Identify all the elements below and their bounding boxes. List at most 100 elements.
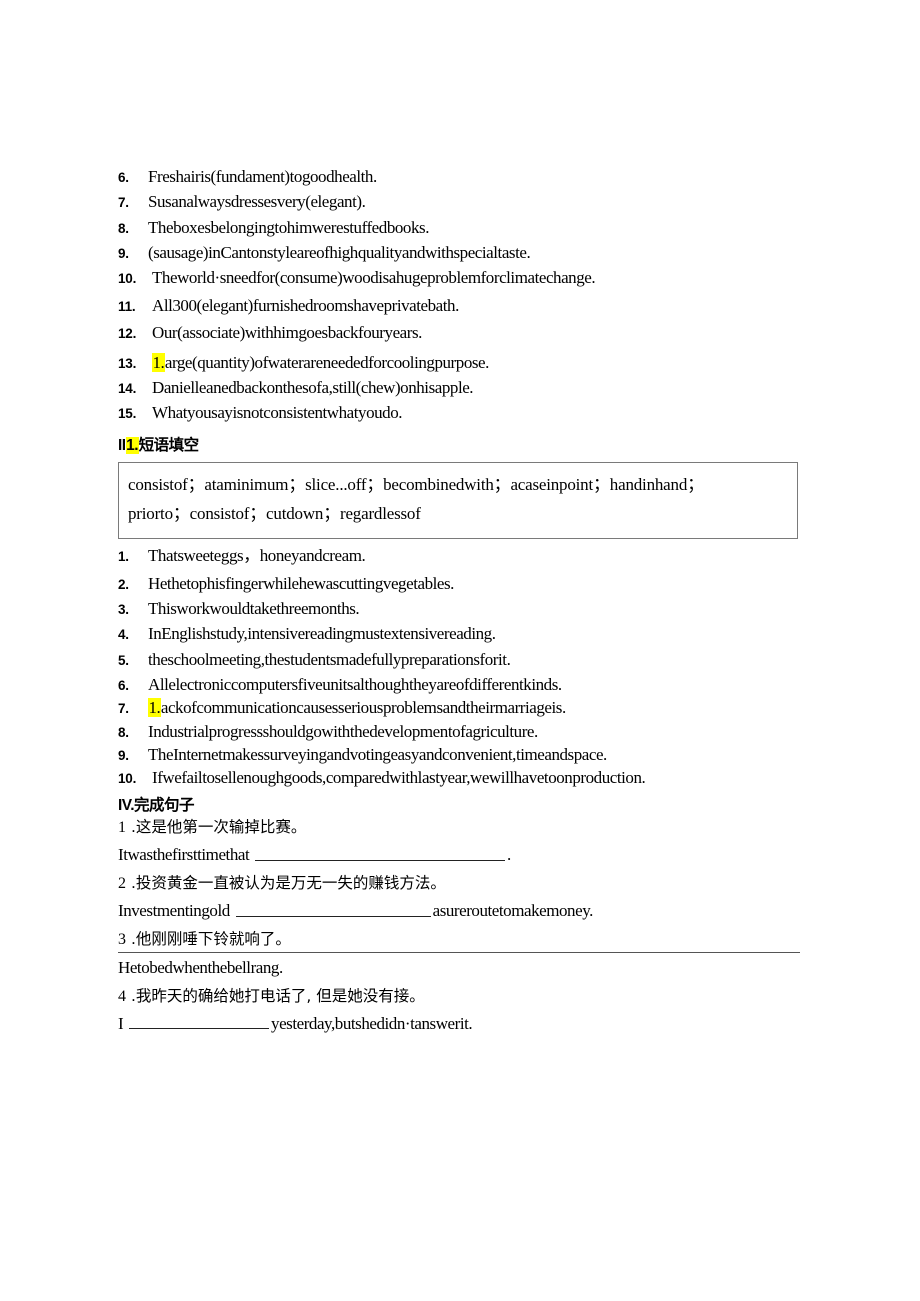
exercise-item: 8. Industrialprogressshouldgowiththedeve… [118, 721, 818, 741]
item-text: Hethetophisfingerwhilehewascuttingvegeta… [148, 573, 454, 593]
item-index: 2 [118, 874, 126, 892]
item-text-rest: ackofcommunicationcausesseriousproblemsa… [160, 698, 566, 718]
exercise-item: 7. Susanalwaysdressesvery(elegant). [118, 192, 818, 212]
item-text: Ifwefailtosellenoughgoods,comparedwithla… [152, 768, 646, 788]
item-text: Whatyousayisnotconsistentwhatyoudo. [152, 403, 403, 423]
item-number: 7. [118, 195, 129, 211]
answer-suffix: . [507, 845, 511, 865]
item-text: 1.ackofcommunicationcausesseriousproblem… [148, 698, 566, 718]
exercise-item: 10. Ifwefailtosellenoughgoods,comparedwi… [118, 768, 818, 788]
item-number: 2. [118, 576, 129, 592]
item-number: 6. [118, 170, 129, 185]
item-text: theschoolmeeting,thestudentsmadefullypre… [148, 649, 511, 669]
item-text: All300(elegant)furnishedroomshaveprivate… [152, 295, 459, 315]
exercise-item: 3. Thisworkwouldtakethreemonths. [118, 598, 818, 618]
highlight-mark: 1. [125, 436, 139, 454]
item-text: Susanalwaysdressesvery(elegant). [148, 192, 366, 212]
exercise-item: 4. InEnglishstudy,intensivereadingmustex… [118, 624, 818, 644]
completion-answer-line: Investmentingold asureroutetomakemoney. [118, 899, 818, 921]
item-text: InEnglishstudy,intensivereadingmustexten… [148, 624, 496, 644]
item-number: 10. [118, 271, 137, 287]
item-number: 1. [118, 549, 129, 565]
item-text-rest: arge(quantity)ofwaterareneededforcooling… [164, 352, 490, 372]
item-index: 3 [118, 930, 126, 948]
phrase-section-heading: II1.短语填空 [118, 435, 818, 454]
completion-chinese-prompt: 4 .我昨天的确给她打电话了, 但是她没有接。 [118, 986, 818, 1008]
heading-numeral: II [118, 436, 126, 454]
chinese-text: .我昨天的确给她打电话了, 但是她没有接。 [130, 986, 425, 1005]
item-text: 1.arge(quantity)ofwaterareneededforcooli… [152, 352, 490, 372]
item-text: Thisworkwouldtakethreemonths. [148, 598, 360, 618]
item-number: 8. [118, 724, 129, 740]
highlight-mark: 1. [152, 352, 165, 372]
exercise-item: 1. Thatsweeteggs，honeyandcream. [118, 546, 818, 566]
phrase-items-list: 1. Thatsweeteggs，honeyandcream. 2. Hethe… [118, 546, 818, 788]
heading-title: 短语填空 [138, 435, 200, 454]
item-number: 14. [118, 380, 137, 396]
item-number: 9. [118, 246, 129, 262]
answer-suffix: yesterday,butshedidn·tanswerit. [271, 1014, 473, 1034]
answer-suffix: asureroutetomakemoney. [432, 901, 594, 921]
exercise-item: 13. 1.arge(quantity)ofwaterareneededforc… [118, 352, 818, 372]
item-text: (sausage)inCantonstyleareofhighqualityan… [148, 243, 531, 263]
phrase-bank-line: consistof；ataminimum；slice...off；becombi… [128, 474, 704, 494]
item-number: 11. [118, 298, 136, 314]
exercise-item: 5. theschoolmeeting,thestudentsmadefully… [118, 649, 818, 669]
exercise-item: 14. Danielleanedbackonthesofa,still(chew… [118, 377, 818, 397]
item-number: 12. [118, 326, 137, 342]
phrase-bank-box: consistof；ataminimum；slice...off；becombi… [118, 461, 798, 540]
item-index: 1 [118, 818, 126, 836]
exercise-item: 9. TheInternetmakessurveyingandvotingeas… [118, 745, 818, 765]
item-text: Thatsweeteggs，honeyandcream. [148, 546, 366, 566]
exercise-item: 9. (sausage)inCantonstyleareofhighqualit… [118, 243, 818, 263]
exercise-item: 11. All300(elegant)furnishedroomshavepri… [118, 295, 818, 315]
item-text: Allelectroniccomputersfiveunitsalthought… [148, 674, 562, 694]
exercise-item: 6. Allelectroniccomputersfiveunitsalthou… [118, 674, 818, 694]
item-number: 8. [118, 220, 129, 236]
word-form-section: 6. Freshairis(fundament)togoodhealth. 7.… [118, 167, 818, 423]
answer-prefix: I [118, 1014, 128, 1034]
answer-blank[interactable] [129, 1012, 270, 1030]
item-text: Industrialprogressshouldgowiththedevelop… [148, 721, 538, 741]
completion-section-heading: IV.完成句子 [118, 796, 195, 814]
completion-answer-line: Hetobedwhenthebellrang. [118, 957, 818, 978]
item-number: 13. [118, 355, 137, 371]
page-content: 6. Freshairis(fundament)togoodhealth. 7.… [118, 167, 818, 1042]
item-number: 5. [118, 652, 129, 668]
item-number: 15. [118, 406, 137, 422]
exercise-item: 10. Theworld·sneedfor(consume)woodisahug… [118, 268, 818, 288]
phrase-bank-line: priorto；consistof；cutdown；regardlessof [128, 504, 421, 524]
exercise-item: 15. Whatyousayisnotconsistentwhatyoudo. [118, 403, 818, 423]
item-number: 10. [118, 771, 137, 787]
chinese-text: .这是他第一次输掉比赛。 [130, 817, 307, 836]
completion-answer-line: I yesterday,butshedidn·tanswerit. [118, 1012, 818, 1034]
exercise-item: 2. Hethetophisfingerwhilehewascuttingveg… [118, 573, 818, 593]
item-text: TheInternetmakessurveyingandvotingeasyan… [148, 745, 607, 765]
worksheet-page: 6. Freshairis(fundament)togoodhealth. 7.… [0, 0, 920, 1301]
answer-blank[interactable] [235, 899, 431, 917]
chinese-text: .投资黄金一直被认为是万无一失的赚钱方法。 [130, 873, 446, 892]
answer-prefix: Investmentingold [118, 901, 234, 921]
answer-prefix: Hetobedwhenthebellrang. [118, 958, 283, 978]
item-number: 3. [118, 601, 129, 617]
item-text: Our(associate)withhimgoesbackfouryears. [152, 323, 422, 343]
item-index: 4 [118, 987, 126, 1005]
exercise-item: 7. 1.ackofcommunicationcausesseriousprob… [118, 698, 818, 718]
item-text: Freshairis(fundament)togoodhealth. [148, 167, 377, 186]
highlight-mark: 1. [148, 698, 161, 718]
completion-chinese-prompt: 2 .投资黄金一直被认为是万无一失的赚钱方法。 [118, 873, 818, 895]
item-text: Theboxesbelongingtohimwerestuffedbooks. [148, 217, 429, 237]
item-number: 4. [118, 627, 129, 643]
exercise-item: 6. Freshairis(fundament)togoodhealth. [118, 167, 818, 186]
completion-chinese-prompt: 1 .这是他第一次输掉比赛。 [118, 817, 818, 839]
item-number: 7. [118, 701, 129, 717]
item-text: Danielleanedbackonthesofa,still(chew)onh… [152, 377, 474, 397]
exercise-item: 12. Our(associate)withhimgoesbackfouryea… [118, 323, 818, 343]
completion-answer-line: Itwasthefirsttimethat . [118, 843, 818, 865]
answer-blank[interactable] [255, 843, 506, 861]
item-number: 6. [118, 677, 129, 693]
completion-chinese-prompt: 3 .他刚刚唾下铃就响了。 [118, 929, 818, 951]
horizontal-rule [118, 952, 800, 954]
item-text: Theworld·sneedfor(consume)woodisahugepro… [152, 268, 596, 288]
exercise-item: 8. Theboxesbelongingtohimwerestuffedbook… [118, 217, 818, 237]
